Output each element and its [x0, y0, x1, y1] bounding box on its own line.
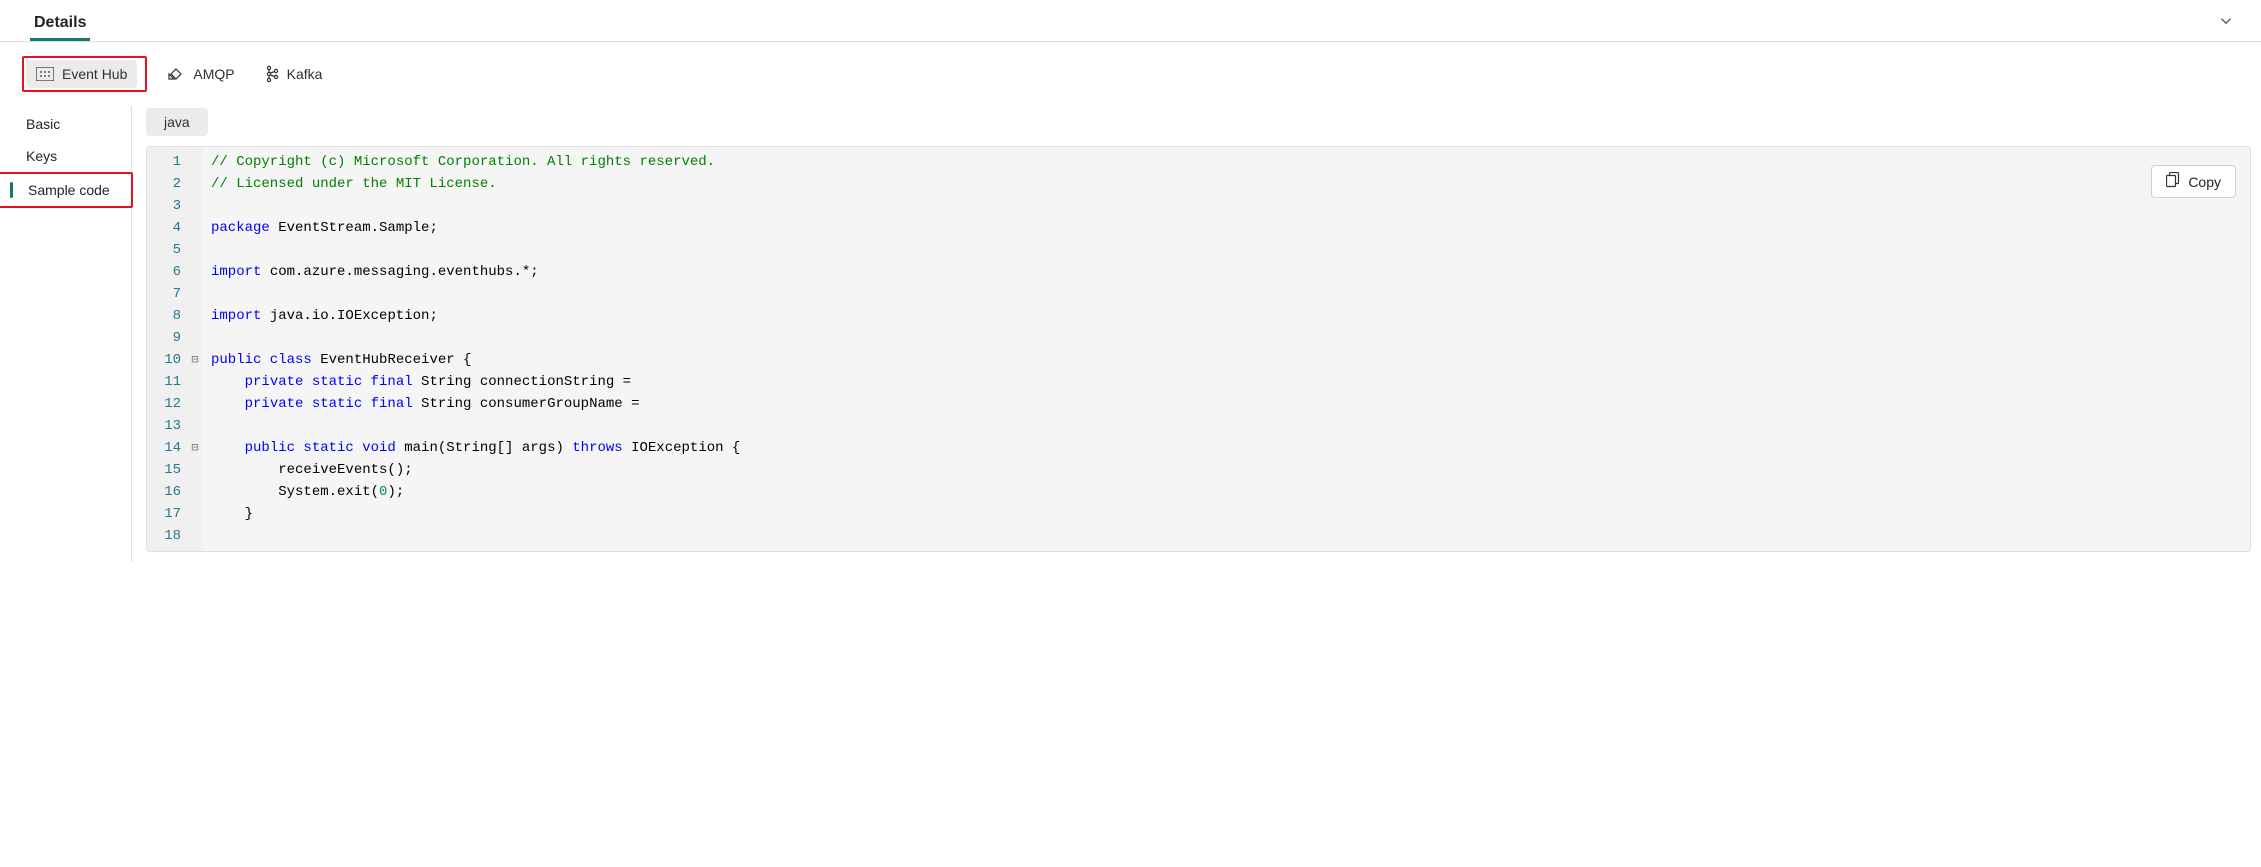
protocol-eventhub[interactable]: Event Hub — [26, 60, 137, 88]
language-chip[interactable]: java — [146, 108, 208, 136]
sidebar: Basic Keys Sample code — [0, 106, 132, 562]
sidebar-item-basic[interactable]: Basic — [0, 108, 131, 140]
protocol-amqp[interactable]: AMQP — [157, 60, 244, 88]
chevron-down-icon[interactable] — [2209, 8, 2243, 39]
copy-icon — [2166, 172, 2180, 191]
protocol-eventhub-label: Event Hub — [62, 66, 127, 82]
protocol-amqp-label: AMQP — [193, 66, 234, 82]
details-header: Details — [0, 0, 2261, 42]
copy-button[interactable]: Copy — [2151, 165, 2236, 198]
copy-button-label: Copy — [2188, 174, 2221, 190]
highlight-samplecode: Sample code — [0, 172, 133, 208]
tab-details[interactable]: Details — [30, 6, 90, 41]
line-number-gutter: 123456789101112131415161718 — [147, 147, 187, 551]
kafka-icon — [265, 65, 279, 83]
highlight-eventhub: Event Hub — [22, 56, 147, 92]
code-block: Copy 123456789101112131415161718 ⊟⊟ // C… — [146, 146, 2251, 552]
fold-column: ⊟⊟ — [187, 147, 203, 551]
protocol-tabs: Event Hub AMQP Kafka — [0, 42, 2261, 106]
content-panel: java Copy 123456789101112131415161718 ⊟⊟… — [132, 106, 2261, 562]
code-lines[interactable]: // Copyright (c) Microsoft Corporation. … — [203, 147, 2250, 551]
sidebar-item-keys[interactable]: Keys — [0, 140, 131, 172]
protocol-kafka[interactable]: Kafka — [255, 59, 333, 89]
amqp-icon — [167, 67, 185, 81]
sidebar-item-samplecode[interactable]: Sample code — [0, 174, 131, 206]
protocol-kafka-label: Kafka — [287, 66, 323, 82]
eventhub-icon — [36, 67, 54, 81]
